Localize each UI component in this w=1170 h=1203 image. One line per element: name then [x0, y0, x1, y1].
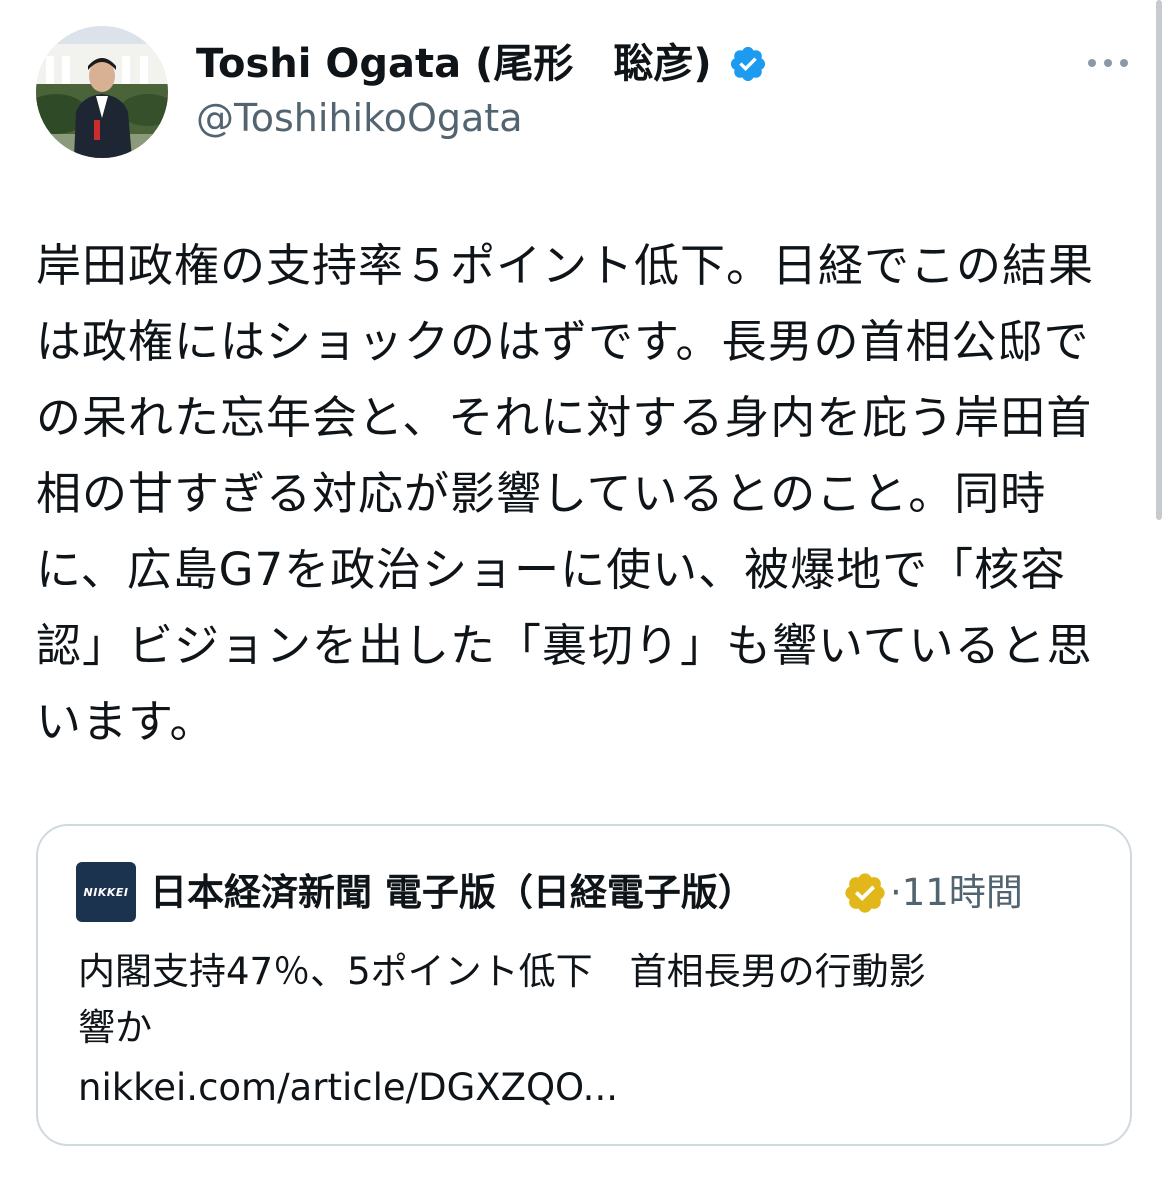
ellipsis-icon[interactable] — [1084, 46, 1132, 80]
quoted-timestamp: ·11時間 — [890, 871, 1023, 914]
verified-organization-badge-icon — [845, 873, 885, 913]
quoted-text-line: 響か — [78, 1006, 152, 1049]
author-display-name[interactable]: Toshi Ogata (尾形 聡彦) — [196, 38, 768, 90]
article-link[interactable]: nikkei.com/article/DGXZQO... — [78, 1060, 618, 1116]
quoted-text-line: 内閣支持47％、5ポイント低下 首相長男の行動影 — [78, 950, 926, 993]
avatar[interactable] — [36, 26, 168, 158]
tweet-text-line: は政権にはショックのはずです。長男の首相公邸で — [36, 315, 1090, 368]
tweet-text-line: 相の甘すぎる対応が影響しているとのこと。同時 — [36, 467, 1047, 520]
tweet-text-line: 認」ビジョンを出した「裏切り」も響いていると思 — [36, 619, 1093, 672]
tweet-text: 岸田政権の支持率５ポイント低下。日経でこの結果 は政権にはショックのはずです。長… — [36, 228, 1136, 760]
tweet-text-line: の呆れた忘年会と、それに対する身内を庇う岸田首 — [36, 391, 1093, 444]
profile-photo — [36, 26, 168, 158]
tweet-text-line: います。 — [36, 695, 216, 748]
scrollbar[interactable] — [1156, 0, 1162, 520]
tweet-text-line: に、広島G7を政治ショーに使い、被爆地で「核容 — [36, 543, 1067, 596]
author-name-text: Toshi Ogata (尾形 聡彦) — [196, 41, 712, 87]
verified-badge-icon — [730, 46, 765, 82]
author-handle[interactable]: @ToshihikoOgata — [196, 94, 523, 142]
quoted-tweet-card[interactable]: NIKKEI 日本経済新聞 電子版（日経電子版） ·11時間 内閣支持47％、5… — [36, 824, 1132, 1146]
quoted-tweet-text: 内閣支持47％、5ポイント低下 首相長男の行動影 響か — [78, 944, 1088, 1056]
tweet-text-line: 岸田政権の支持率５ポイント低下。日経でこの結果 — [36, 239, 1095, 292]
quoted-account-name: 日本経済新聞 電子版（日経電子版） — [150, 871, 755, 914]
nikkei-logo: NIKKEI — [76, 862, 136, 922]
